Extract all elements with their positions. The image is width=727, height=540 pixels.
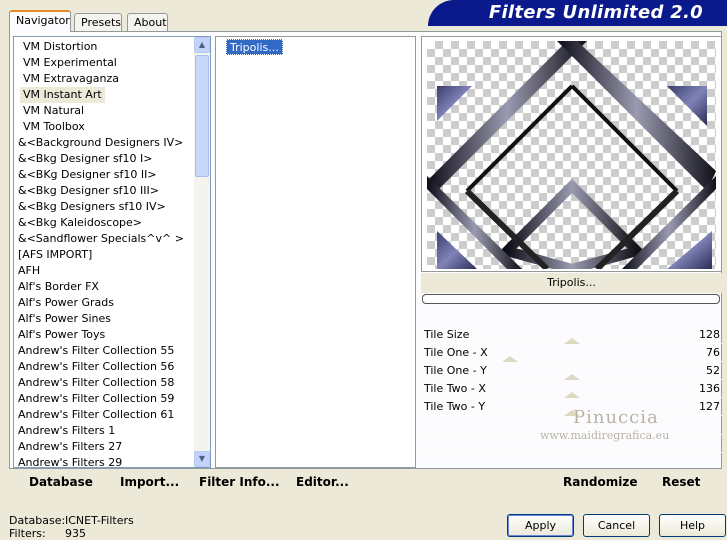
progress-bar [422,294,720,304]
status-filters-label: Filters: [9,527,46,540]
status-database-value: ICNET-Filters [65,514,134,527]
apply-button[interactable]: Apply [507,514,574,537]
status-database-label: Database: [9,514,66,527]
category-item[interactable]: Andrew's Filters 1 [18,423,115,439]
param-row[interactable]: Tile Size 128 [421,326,722,344]
category-item[interactable]: VM Experimental [23,55,117,71]
tab-presets[interactable]: Presets [74,13,122,31]
divider [421,452,722,453]
category-item[interactable]: Andrew's Filter Collection 58 [18,375,174,391]
category-item[interactable]: &<Background Designers IV> [18,135,183,151]
category-item[interactable]: VM Natural [23,103,84,119]
category-item[interactable]: Andrew's Filter Collection 55 [18,343,174,359]
category-item[interactable]: &<Sandflower Specials^v^ > [18,231,184,247]
import-button[interactable]: Import... [120,475,179,489]
category-item[interactable]: Alf's Power Sines [18,311,111,327]
category-item[interactable]: Andrew's Filters 27 [18,439,122,455]
category-item[interactable]: AFH [18,263,40,279]
param-label: Tile One - Y [424,364,487,377]
category-item[interactable]: Alf's Border FX [18,279,99,295]
param-label: Tile Two - Y [424,400,486,413]
database-button[interactable]: Database [29,475,93,489]
watermark-url: www.maidiregrafica.eu [540,429,670,442]
reset-button[interactable]: Reset [662,475,700,502]
category-scrollbar[interactable]: ▲ ▼ [194,37,210,467]
status-database: Database: ICNET-Filters [9,514,134,527]
filter-item-selected[interactable]: Tripolis... [226,39,283,55]
category-item[interactable]: VM Instant Art [20,87,105,103]
category-item[interactable]: &<Bkg Designer sf10 I> [18,151,153,167]
scroll-thumb[interactable] [195,55,209,177]
filter-info-button[interactable]: Filter Info... [199,475,280,489]
param-row[interactable]: Tile Two - Y 127 [421,398,722,416]
category-item[interactable]: &<BKg Designer sf10 II> [18,167,157,183]
param-label: Tile One - X [424,346,488,359]
watermark-name: Pinuccia [573,407,659,428]
param-value: 52 [706,364,720,377]
category-item[interactable]: VM Extravaganza [23,71,119,87]
category-item[interactable]: Alf's Power Grads [18,295,114,311]
category-item[interactable]: &<Bkg Designers sf10 IV> [18,199,166,215]
category-item[interactable]: Alf's Power Toys [18,327,105,343]
param-label: Tile Two - X [424,382,486,395]
preview-image [427,41,716,269]
tab-about[interactable]: About [127,13,168,31]
title-banner: Filters Unlimited 2.0 [428,0,727,26]
category-item[interactable]: &<Bkg Kaleidoscope> [18,215,142,231]
param-value: 76 [706,346,720,359]
category-item[interactable]: &<Bkg Designer sf10 III> [18,183,159,199]
scroll-up-arrow-icon[interactable]: ▲ [194,37,210,53]
status-filters-value: 935 [65,527,86,540]
category-list[interactable]: VM Distortion VM Experimental VM Extravaga… [13,36,211,468]
param-value: 136 [699,382,720,395]
param-label: Tile Size [424,328,470,341]
param-value: 127 [699,400,720,413]
category-item[interactable]: Andrew's Filter Collection 59 [18,391,174,407]
randomize-button[interactable]: Randomize [563,475,637,502]
param-row[interactable]: Tile Two - X 136 [421,380,722,398]
cancel-button[interactable]: Cancel [583,514,650,537]
tab-navigator[interactable]: Navigator [9,10,71,32]
category-item[interactable]: Andrew's Filter Collection 61 [18,407,174,423]
status-filters: Filters: 935 [9,527,86,540]
bottom-toolbar: Database Import... Filter Info... Editor… [13,471,416,498]
category-item[interactable]: VM Toolbox [23,119,85,135]
category-item[interactable]: VM Distortion [23,39,97,55]
param-row[interactable]: Tile One - X 76 [421,344,722,362]
preview-frame [421,36,722,272]
banner-title: Filters Unlimited 2.0 [488,2,703,23]
category-item[interactable]: Andrew's Filters 29 [18,455,122,467]
help-button[interactable]: Help [659,514,726,537]
scroll-down-arrow-icon[interactable]: ▼ [194,451,210,467]
category-item[interactable]: Andrew's Filter Collection 56 [18,359,174,375]
editor-button[interactable]: Editor... [296,475,349,489]
category-item[interactable]: [AFS IMPORT] [18,247,92,263]
param-value: 128 [699,328,720,341]
filter-name-label: Tripolis... [421,273,722,293]
filter-list[interactable]: Tripolis... [215,36,416,468]
param-row[interactable]: Tile One - Y 52 [421,362,722,380]
